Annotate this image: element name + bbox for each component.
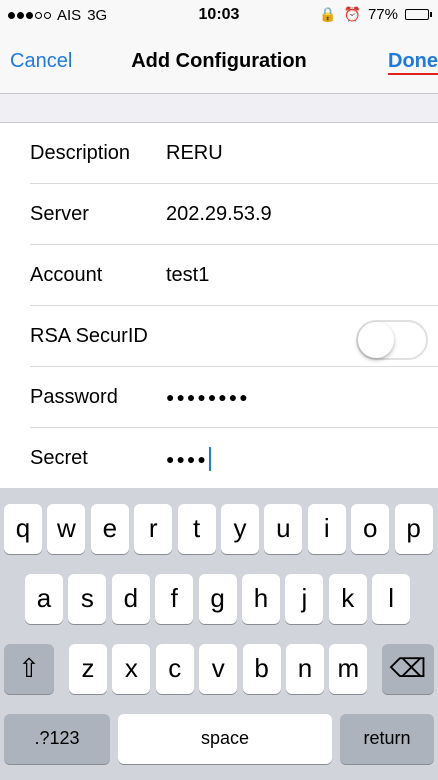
password-field[interactable]: ●●●●●●●● (166, 367, 250, 427)
alarm-icon: ⏰ (343, 6, 361, 22)
key-c[interactable]: c (155, 644, 194, 694)
key-j[interactable]: j (285, 574, 324, 624)
rsa-securid-row: RSA SecurID (0, 306, 438, 367)
server-field[interactable]: 202.29.53.9 (166, 184, 272, 244)
key-r[interactable]: r (134, 504, 173, 554)
navigation-bar: Cancel Add Configuration Done (0, 30, 438, 94)
server-label: Server (30, 203, 89, 225)
delete-key[interactable]: ⌫ (382, 644, 434, 694)
key-h[interactable]: h (242, 574, 280, 624)
rsa-securid-toggle[interactable] (356, 320, 428, 360)
shift-key[interactable]: ⇧ (4, 644, 54, 694)
text-cursor (208, 446, 211, 471)
key-z[interactable]: z (69, 644, 107, 694)
key-y[interactable]: y (221, 504, 259, 554)
key-m[interactable]: m (329, 644, 368, 694)
key-i[interactable]: i (307, 504, 346, 554)
account-field[interactable]: test1 (166, 245, 209, 305)
key-f[interactable]: f (155, 574, 194, 624)
key-p[interactable]: p (394, 504, 433, 554)
secret-field[interactable]: ●●●● (166, 428, 211, 489)
key-q[interactable]: q (4, 504, 42, 554)
key-g[interactable]: g (198, 574, 237, 624)
key-x[interactable]: x (112, 644, 151, 694)
key-w[interactable]: w (47, 504, 86, 554)
secret-label: Secret (30, 447, 88, 469)
key-n[interactable]: n (286, 644, 324, 694)
battery-icon (405, 9, 432, 20)
secret-row[interactable]: Secret ●●●● (0, 428, 438, 489)
rsa-securid-label: RSA SecurID (30, 325, 148, 347)
space-key[interactable]: space (118, 714, 332, 764)
key-v[interactable]: v (199, 644, 238, 694)
account-label: Account (30, 264, 103, 286)
key-o[interactable]: o (351, 504, 390, 554)
description-field[interactable]: RERU (166, 123, 223, 183)
password-row[interactable]: Password ●●●●●●●● (0, 367, 438, 428)
description-label: Description (30, 142, 131, 164)
description-row[interactable]: Description RERU (0, 123, 438, 184)
status-bar: AIS 3G 10:03 🔒 ⏰ 77% (0, 0, 438, 30)
toggle-knob (358, 322, 394, 358)
key-l[interactable]: l (372, 574, 411, 624)
key-a[interactable]: a (25, 574, 63, 624)
numbers-key[interactable]: .?123 (4, 714, 110, 764)
page-title: Add Configuration (131, 50, 307, 72)
done-button[interactable]: Done (388, 50, 438, 75)
lock-rotation-icon: 🔒 (319, 6, 337, 22)
secret-value: ●●●● (166, 451, 208, 467)
server-row[interactable]: Server 202.29.53.9 (0, 184, 438, 245)
vpn-config-form: Description RERU Server 202.29.53.9 Acco… (0, 122, 438, 488)
return-key[interactable]: return (340, 714, 434, 764)
key-k[interactable]: k (328, 574, 367, 624)
section-spacer (0, 94, 438, 122)
status-icons: 🔒 ⏰ 77% (319, 6, 432, 23)
keyboard: qwertyuiop asdfghjkl ⇧ ⌫ zxcvbnm .?123 s… (0, 488, 438, 780)
password-label: Password (30, 386, 118, 408)
key-b[interactable]: b (242, 644, 281, 694)
key-e[interactable]: e (90, 504, 129, 554)
battery-percent: 77% (367, 6, 398, 23)
key-s[interactable]: s (68, 574, 107, 624)
key-u[interactable]: u (264, 504, 303, 554)
key-t[interactable]: t (177, 504, 216, 554)
account-row[interactable]: Account test1 (0, 245, 438, 306)
key-d[interactable]: d (111, 574, 150, 624)
